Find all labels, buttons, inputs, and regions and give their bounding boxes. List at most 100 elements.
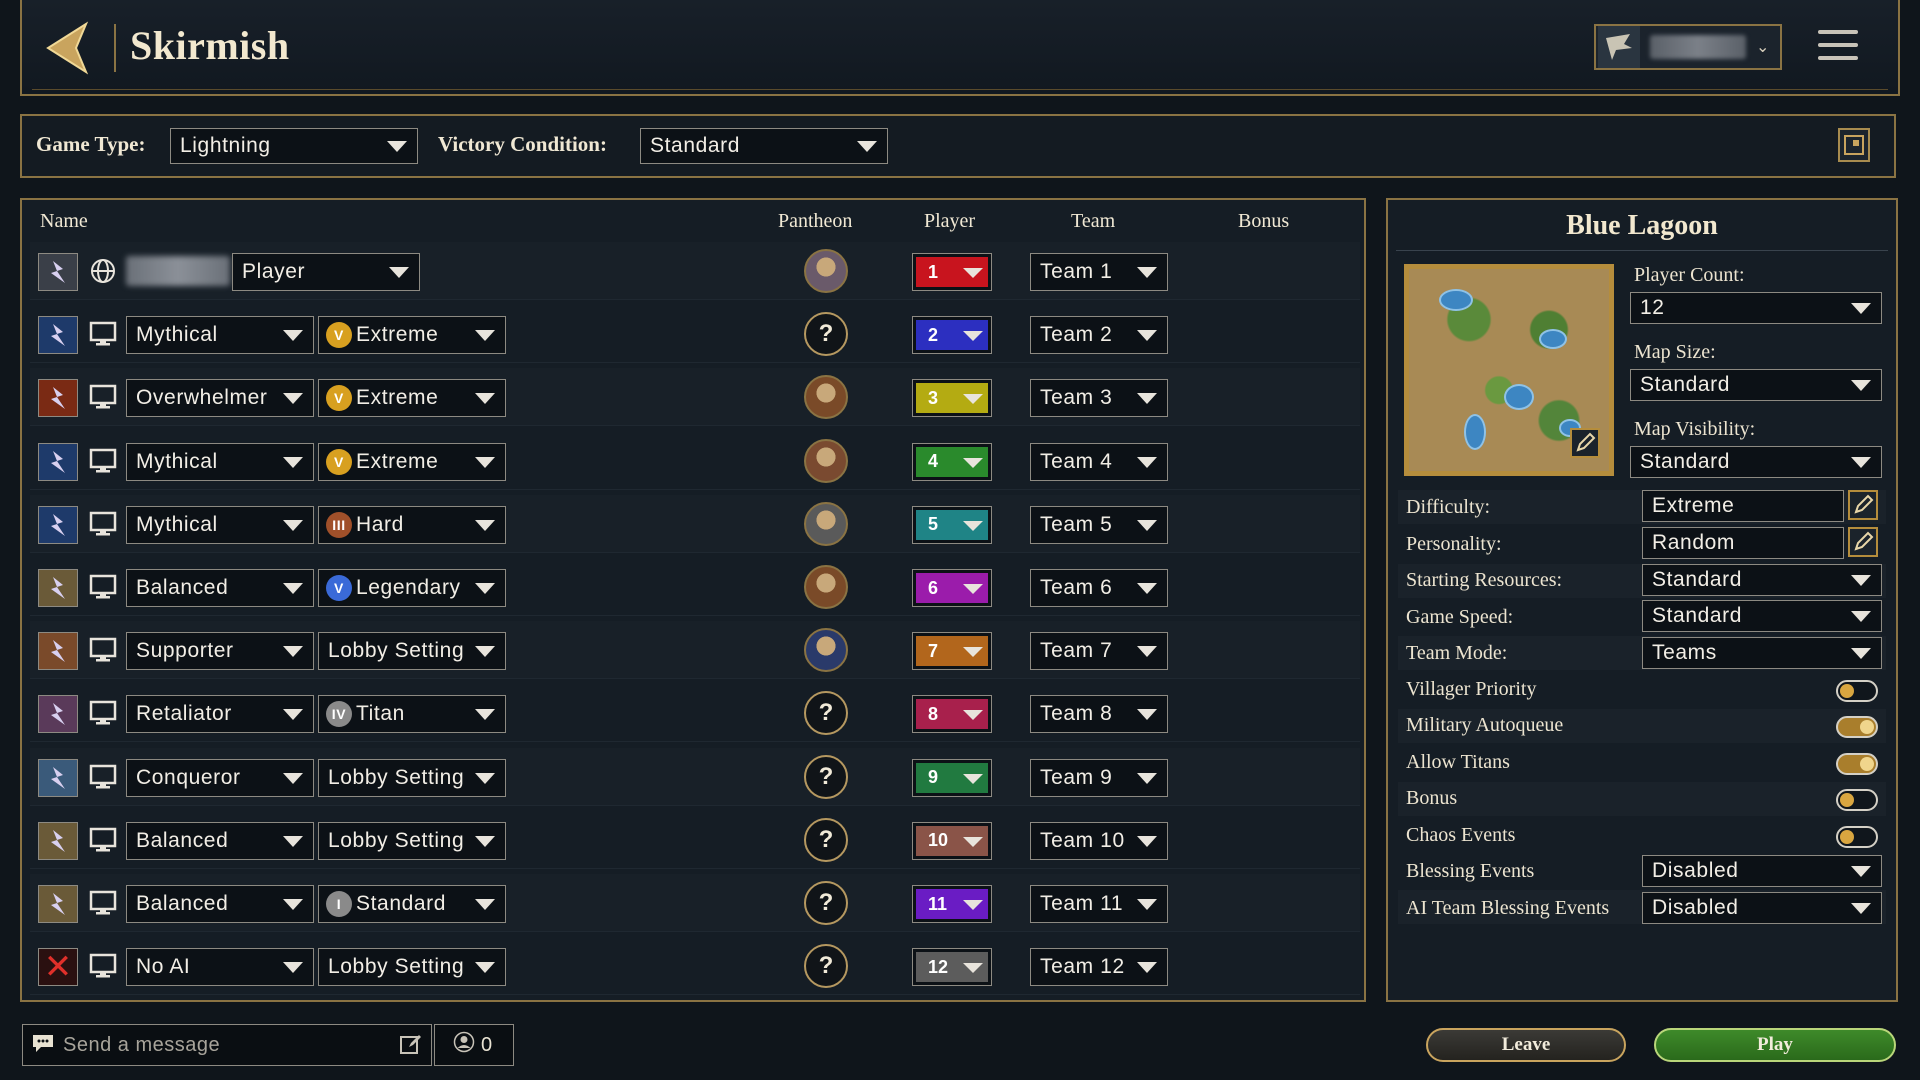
player-color-dropdown[interactable]: 3 — [912, 379, 992, 418]
blessing-events-dropdown[interactable]: Disabled — [1642, 855, 1882, 887]
player-color-dropdown[interactable]: 11 — [912, 885, 992, 923]
scholar-portrait[interactable] — [38, 569, 78, 607]
ai-personality-dropdown[interactable]: Mythical — [126, 505, 314, 544]
compose-icon[interactable] — [399, 1033, 423, 1062]
map-size-dropdown[interactable]: Standard — [1630, 369, 1882, 401]
toggle-switch[interactable] — [1836, 752, 1878, 775]
ai-personality-dropdown[interactable]: Conqueror — [126, 758, 314, 797]
chat-input[interactable]: Send a message — [22, 1024, 432, 1066]
team-dropdown[interactable]: Team 10 — [1030, 821, 1168, 860]
toggle-switch[interactable] — [1836, 789, 1878, 812]
edit-personality-icon[interactable] — [1848, 527, 1878, 557]
ai-personality-dropdown[interactable]: Balanced — [126, 569, 314, 607]
player-color-dropdown[interactable]: 4 — [912, 442, 992, 481]
random-pantheon-icon[interactable]: ? — [804, 754, 848, 799]
player-color-dropdown[interactable]: 12 — [912, 948, 992, 987]
game-type-dropdown[interactable]: Lightning — [170, 128, 418, 164]
ai-blessing-events-dropdown[interactable]: Disabled — [1642, 892, 1882, 924]
human-player-avatar[interactable] — [38, 253, 78, 291]
pantheon-portrait-icon[interactable] — [804, 628, 848, 673]
play-button[interactable]: Play — [1654, 1028, 1896, 1062]
player-color-dropdown[interactable]: 7 — [912, 632, 992, 671]
ai-personality-dropdown[interactable]: Overwhelmer — [126, 379, 314, 418]
toggle-switch[interactable] — [1836, 825, 1878, 848]
pantheon-portrait-icon[interactable] — [804, 249, 848, 293]
lobby-count[interactable]: 0 — [434, 1024, 514, 1066]
difficulty-dropdown[interactable]: V Extreme — [318, 442, 506, 481]
ai-personality-dropdown[interactable]: Mythical — [126, 316, 314, 355]
ai-personality-dropdown[interactable]: Mythical — [126, 442, 314, 481]
expand-icon[interactable] — [1838, 128, 1870, 162]
difficulty-dropdown[interactable]: V Extreme — [318, 379, 506, 418]
profile-dropdown[interactable]: ⌄ — [1594, 24, 1782, 70]
lightning-god-portrait[interactable] — [38, 316, 78, 355]
pantheon-portrait-icon[interactable] — [804, 501, 848, 546]
player-count-dropdown[interactable]: 12 — [1630, 292, 1882, 324]
scholar-portrait[interactable] — [38, 821, 78, 860]
team-dropdown[interactable]: Team 1 — [1030, 253, 1168, 291]
player-color-dropdown[interactable]: 1 — [912, 253, 992, 291]
difficulty-dropdown[interactable]: Lobby Setting — [318, 948, 506, 987]
team-dropdown[interactable]: Team 12 — [1030, 948, 1168, 987]
no-ai-x-icon[interactable]: ✕ — [38, 948, 78, 987]
team-dropdown[interactable]: Team 3 — [1030, 379, 1168, 418]
player-color-dropdown[interactable]: 10 — [912, 821, 992, 860]
edit-difficulty-icon[interactable] — [1848, 490, 1878, 520]
pantheon-portrait-icon[interactable] — [804, 375, 848, 420]
ai-personality-dropdown[interactable]: No AI — [126, 948, 314, 987]
player-color-dropdown[interactable]: 5 — [912, 505, 992, 544]
difficulty-field[interactable]: Extreme — [1642, 490, 1844, 522]
difficulty-dropdown[interactable]: I Standard — [318, 885, 506, 923]
lightning-god-portrait[interactable] — [38, 442, 78, 481]
team-dropdown[interactable]: Team 2 — [1030, 316, 1168, 355]
fire-warrior-portrait[interactable] — [38, 379, 78, 418]
starting-resources-dropdown[interactable]: Standard — [1642, 564, 1882, 596]
difficulty-dropdown[interactable]: Lobby Setting — [318, 632, 506, 671]
game-speed-dropdown[interactable]: Standard — [1642, 600, 1882, 632]
player-color-dropdown[interactable]: 6 — [912, 569, 992, 607]
player-color-dropdown[interactable]: 8 — [912, 695, 992, 734]
ai-personality-dropdown[interactable]: Retaliator — [126, 695, 314, 734]
random-pantheon-icon[interactable]: ? — [804, 944, 848, 989]
leave-button[interactable]: Leave — [1426, 1028, 1626, 1062]
back-arrow-icon[interactable] — [30, 18, 102, 78]
difficulty-dropdown[interactable]: Lobby Setting — [318, 821, 506, 860]
difficulty-dropdown[interactable]: V Legendary — [318, 569, 506, 607]
handshake-portrait[interactable] — [38, 632, 78, 671]
edit-map-icon[interactable] — [1570, 428, 1600, 458]
difficulty-dropdown[interactable]: III Hard — [318, 505, 506, 544]
map-visibility-dropdown[interactable]: Standard — [1630, 446, 1882, 478]
victory-condition-dropdown[interactable]: Standard — [640, 128, 888, 164]
hamburger-menu-icon[interactable] — [1818, 30, 1858, 64]
team-dropdown[interactable]: Team 7 — [1030, 632, 1168, 671]
random-pantheon-icon[interactable]: ? — [804, 881, 848, 925]
team-dropdown[interactable]: Team 6 — [1030, 569, 1168, 607]
personality-field[interactable]: Random — [1642, 527, 1844, 559]
player-type-dropdown[interactable]: Player — [232, 253, 420, 291]
ai-personality-dropdown[interactable]: Balanced — [126, 821, 314, 860]
random-pantheon-icon[interactable]: ? — [804, 312, 848, 357]
team-dropdown[interactable]: Team 11 — [1030, 885, 1168, 923]
team-dropdown[interactable]: Team 4 — [1030, 442, 1168, 481]
toggle-switch[interactable] — [1836, 716, 1878, 739]
difficulty-dropdown[interactable]: Lobby Setting — [318, 758, 506, 797]
lightning-god-portrait[interactable] — [38, 505, 78, 544]
pantheon-portrait-icon[interactable] — [804, 438, 848, 483]
toggle-switch[interactable] — [1836, 680, 1878, 702]
pantheon-portrait-icon[interactable] — [804, 565, 848, 609]
team-mode-dropdown[interactable]: Teams — [1642, 637, 1882, 669]
random-pantheon-icon[interactable]: ? — [804, 691, 848, 736]
team-dropdown[interactable]: Team 5 — [1030, 505, 1168, 544]
difficulty-dropdown[interactable]: IV Titan — [318, 695, 506, 734]
scholar-portrait[interactable] — [38, 885, 78, 923]
player-color-dropdown[interactable]: 9 — [912, 758, 992, 797]
team-dropdown[interactable]: Team 8 — [1030, 695, 1168, 734]
conqueror-portrait[interactable] — [38, 758, 78, 797]
ai-personality-dropdown[interactable]: Supporter — [126, 632, 314, 671]
random-pantheon-icon[interactable]: ? — [804, 817, 848, 862]
player-color-dropdown[interactable]: 2 — [912, 316, 992, 355]
ai-personality-dropdown[interactable]: Balanced — [126, 885, 314, 923]
team-dropdown[interactable]: Team 9 — [1030, 758, 1168, 797]
difficulty-dropdown[interactable]: V Extreme — [318, 316, 506, 355]
retaliator-portrait[interactable] — [38, 695, 78, 734]
